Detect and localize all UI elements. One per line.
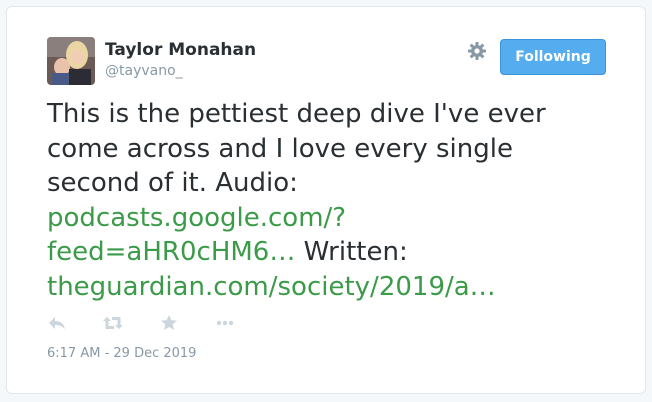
author-handle[interactable]: @tayvano_ <box>105 63 183 79</box>
tweet-text: This is the pettiest deep dive I've ever… <box>47 97 607 304</box>
written-link[interactable]: theguardian.com/society/2019/a… <box>47 272 496 302</box>
following-button[interactable]: Following <box>500 39 606 75</box>
audio-link[interactable]: podcasts.google.com/? feed=aHR0cHM6… <box>47 203 346 268</box>
reply-icon[interactable] <box>47 313 67 333</box>
tweet-card: Taylor Monahan @tayvano_ Following This … <box>6 6 646 394</box>
audio-link-part1[interactable]: podcasts.google.com/? <box>47 203 346 233</box>
tweet-text-intro: This is the pettiest deep dive I've ever… <box>47 99 546 198</box>
retweet-icon[interactable] <box>103 313 123 333</box>
tweet-text-written: Written: <box>303 237 408 267</box>
author-name[interactable]: Taylor Monahan <box>105 40 256 60</box>
more-icon[interactable] <box>215 313 235 333</box>
like-icon[interactable] <box>159 313 179 333</box>
audio-link-part2[interactable]: feed=aHR0cHM6… <box>47 237 295 267</box>
tweet-timestamp[interactable]: 6:17 AM - 29 Dec 2019 <box>47 346 196 361</box>
gear-icon[interactable] <box>467 41 487 61</box>
avatar[interactable] <box>47 37 95 85</box>
